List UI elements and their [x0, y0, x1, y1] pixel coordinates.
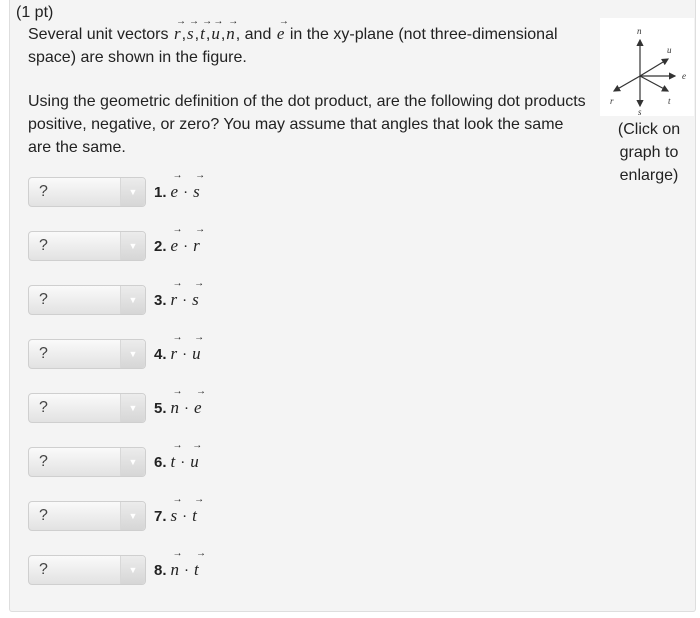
vector-b: e [193, 386, 205, 418]
vector-figure[interactable]: n u e t s r [600, 18, 694, 117]
label-n: n [637, 26, 642, 36]
answer-select[interactable]: ? ▼ [28, 231, 146, 261]
question-row: ?▼1.e·s [28, 170, 205, 208]
dot-operator: · [183, 239, 189, 255]
question-row: ?▼8.n·t [28, 548, 206, 586]
vector-a: r [170, 332, 182, 364]
points-label: (1 pt) [16, 4, 54, 21]
question-row: ?▼3.r·s [28, 278, 204, 316]
answer-select[interactable]: ? ▼ [28, 501, 146, 531]
question-number: 7. [154, 508, 167, 525]
answer-select[interactable]: ? ▼ [28, 339, 146, 369]
answer-select[interactable]: ? ▼ [28, 285, 146, 315]
vector-u-arrow [639, 58, 670, 77]
vector-e: e [276, 10, 288, 45]
vector-n: n [225, 10, 237, 45]
chevron-down-icon[interactable]: ▼ [120, 394, 145, 422]
vector-a: e [170, 224, 182, 256]
select-value: ? [39, 237, 48, 254]
label-s: s [638, 107, 642, 116]
chevron-down-icon[interactable]: ▼ [120, 340, 145, 368]
question-row: ?▼4.r·u [28, 332, 204, 370]
question-number: 8. [154, 562, 167, 579]
select-value: ? [39, 183, 48, 200]
label-u: u [667, 45, 672, 55]
question-number: 5. [154, 400, 167, 417]
label-t: t [668, 96, 671, 106]
vector-b: u [189, 440, 201, 472]
answer-select[interactable]: ? ▼ [28, 447, 146, 477]
vector-r: r [173, 10, 185, 45]
vector-a: n [170, 386, 182, 418]
instructions-text: Using the geometric definition of the do… [28, 93, 586, 156]
vector-b: s [192, 170, 204, 202]
vector-b: t [191, 494, 204, 526]
vector-a: r [170, 278, 182, 310]
question-row: ?▼5.n·e [28, 386, 205, 424]
vector-b: t [193, 548, 206, 580]
chevron-down-icon[interactable]: ▼ [120, 448, 145, 476]
vector-u: u [210, 10, 222, 45]
chevron-down-icon[interactable]: ▼ [120, 556, 145, 584]
select-value: ? [39, 399, 48, 416]
vector-s: s [186, 10, 198, 45]
vector-a: n [170, 548, 182, 580]
vector-t-arrow [639, 75, 670, 92]
vector-r-arrow [612, 75, 641, 92]
intro-text: Several unit vectors r,s,t,u,n, and e in… [28, 10, 588, 69]
dot-operator: · [184, 401, 190, 417]
answer-select[interactable]: ? ▼ [28, 177, 146, 207]
vector-t: t [199, 10, 212, 45]
question-number: 1. [154, 184, 167, 201]
dot-operator: · [184, 563, 190, 579]
dot-product-label: 8.n·t [154, 548, 206, 580]
question-number: 4. [154, 346, 167, 363]
answer-select[interactable]: ? ▼ [28, 393, 146, 423]
vector-b: s [191, 278, 203, 310]
question-row: ?▼7.s·t [28, 494, 204, 532]
dot-operator: · [182, 293, 188, 309]
question-number: 3. [154, 292, 167, 309]
chevron-down-icon[interactable]: ▼ [120, 178, 145, 206]
dot-product-label: 2.e·r [154, 224, 205, 256]
label-e: e [682, 71, 686, 81]
vector-diagram[interactable]: n u e t s r [600, 18, 694, 117]
select-value: ? [39, 291, 48, 308]
dot-product-label: 3.r·s [154, 278, 204, 310]
chevron-down-icon[interactable]: ▼ [120, 232, 145, 260]
vector-a: e [170, 170, 182, 202]
figure-caption: (Click on graph to enlarge) [617, 121, 681, 184]
dot-product-label: 6.t·u [154, 440, 202, 472]
question-number: 2. [154, 238, 167, 255]
label-r: r [610, 96, 614, 106]
dot-operator: · [180, 455, 186, 471]
select-value: ? [39, 507, 48, 524]
dot-product-label: 7.s·t [154, 494, 204, 526]
question-number: 6. [154, 454, 167, 471]
chevron-down-icon[interactable]: ▼ [120, 502, 145, 530]
vector-b: u [191, 332, 203, 364]
dot-product-label: 5.n·e [154, 386, 205, 418]
answer-select[interactable]: ? ▼ [28, 555, 146, 585]
vector-a: s [170, 494, 182, 526]
chevron-down-icon[interactable]: ▼ [120, 286, 145, 314]
question-row: ?▼6.t·u [28, 440, 202, 478]
dot-operator: · [182, 347, 188, 363]
vector-b: r [192, 224, 204, 256]
dot-operator: · [182, 509, 188, 525]
dot-product-label: 4.r·u [154, 332, 204, 364]
select-value: ? [39, 345, 48, 362]
question-row: ?▼2.e·r [28, 224, 205, 262]
dot-operator: · [183, 185, 189, 201]
vector-a: t [170, 440, 183, 472]
select-value: ? [39, 561, 48, 578]
select-value: ? [39, 453, 48, 470]
dot-product-label: 1.e·s [154, 170, 205, 202]
